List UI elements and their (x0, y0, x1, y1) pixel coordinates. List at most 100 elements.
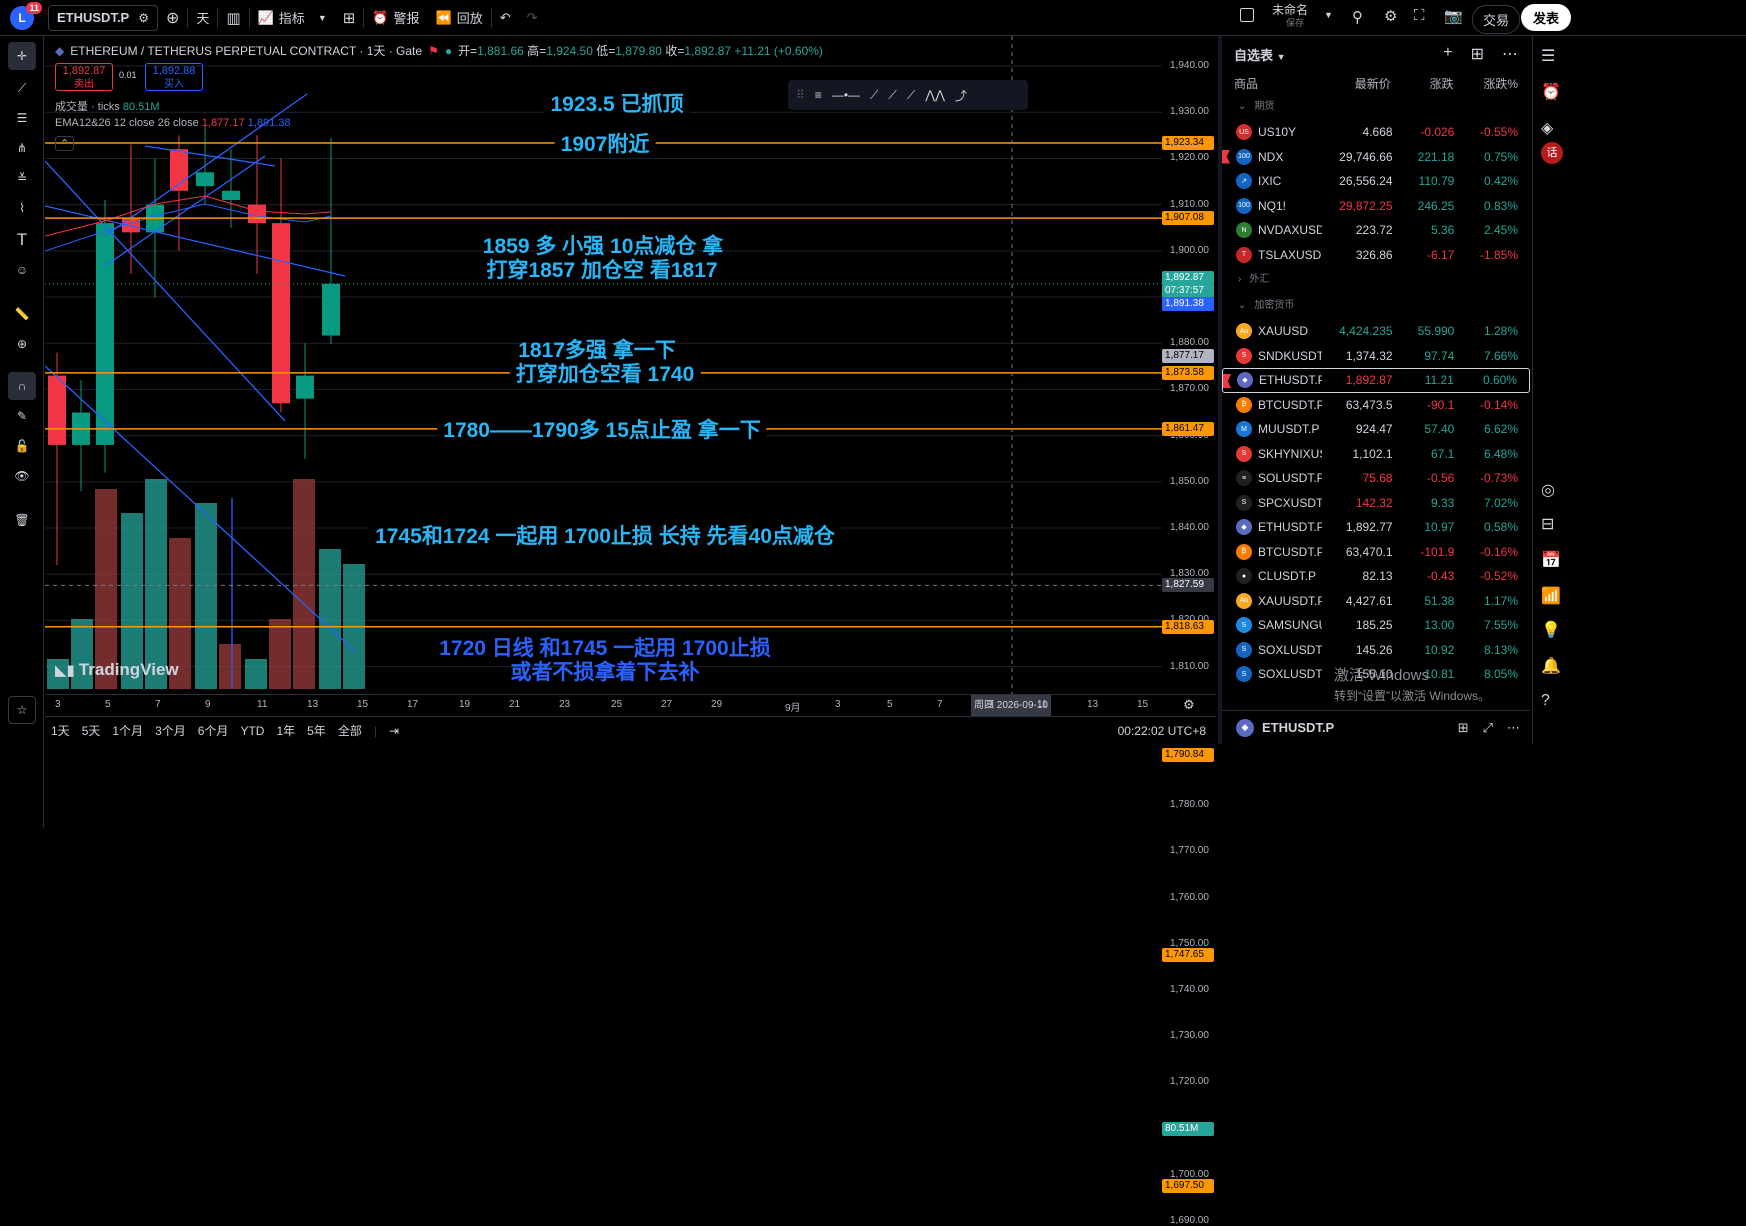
watchlist-row[interactable]: Au XAUUSDT.P 4,427.61 51.38 1.17% (1222, 589, 1530, 614)
watchlist-row[interactable]: ● CLUSDT.P 82.13 -0.43 -0.52% (1222, 564, 1530, 589)
horizontal-ray-icon[interactable]: ≡ (815, 88, 822, 102)
watchlist-row[interactable]: ↗ IXIC 26,556.24 110.79 0.42% (1222, 169, 1530, 194)
volume-indicator-legend[interactable]: 成交量 · ticks 80.51M (55, 98, 160, 114)
grid-icon[interactable]: ⊞ (1458, 720, 1469, 736)
watchlist-title[interactable]: 自选表 ▼ (1234, 45, 1286, 64)
fullscreen-icon[interactable]: ⛶ (1414, 7, 1425, 24)
price-axis[interactable]: 1,940.00 1,930.00 1,920.00 1,910.00 1,900.00… (1162, 36, 1216, 1226)
undo-button[interactable]: ↶ (492, 0, 519, 36)
interval-button[interactable]: 天 (188, 0, 217, 36)
watchlist-row[interactable]: S SNDKUSDT.P 1,374.32 97.74 7.66% (1222, 344, 1530, 369)
range-ytd[interactable]: YTD (234, 724, 270, 738)
extended-line-icon[interactable]: ⟋ (907, 88, 915, 103)
watchlist-row[interactable]: ◆ ETHUSDT.P 1,892.87 11.21 0.60% (1222, 368, 1530, 393)
ideas-icon[interactable]: 💡 (1541, 620, 1561, 640)
templates-button[interactable]: ⊞ (335, 0, 364, 36)
head-shoulders-icon[interactable]: ⋀⋀ (925, 88, 945, 102)
tradingview-logo[interactable]: ◣▮ TradingView (55, 660, 179, 680)
time-axis[interactable]: 周四 2026-09-10 ⚙ 3 5 7 9 11 13 15 17 19 21 23 25 27 29… (45, 694, 1216, 716)
watchlist-row[interactable]: ≡ SOLUSDT.P 75.68 -0.56 -0.73% (1222, 466, 1530, 491)
ruler-icon[interactable]: 📏 (8, 300, 36, 328)
text-tool-icon[interactable]: T (8, 226, 36, 254)
quick-search-icon[interactable]: ⚲ (1352, 8, 1363, 26)
watchlist-row[interactable]: M MUUSDT.P 924.47 57.40 6.62% (1222, 417, 1530, 442)
section-crypto[interactable]: ⌄ 加密货币 (1222, 293, 1530, 319)
col-symbol[interactable]: 商品 (1234, 75, 1319, 92)
pencil-lock-icon[interactable]: ✎ (8, 402, 36, 430)
layout-name-button[interactable]: 未命名 保存 (1272, 4, 1308, 30)
annotation-1923[interactable]: 1923.5 已抓顶 (544, 88, 690, 118)
col-change-pct[interactable]: 涨跌% (1453, 75, 1518, 92)
hline-icon[interactable]: —•— (832, 88, 860, 102)
help-icon[interactable]: ? (1541, 692, 1561, 712)
watchlist-icon[interactable]: ☰ (1541, 46, 1561, 66)
layout-square-icon[interactable] (1240, 8, 1254, 22)
compare-add-button[interactable]: ⊕ (158, 0, 187, 36)
zoom-in-icon[interactable]: ⊕ (8, 330, 36, 358)
watchlist-row[interactable]: S SKHYNIXUSDT 1,102.1 67.1 6.48% (1222, 442, 1530, 467)
annotation-fill[interactable]: 或者不损拿着下去补 (511, 656, 700, 686)
flag-icon[interactable]: ⚑ (428, 44, 439, 58)
publish-button[interactable]: 发表 (1521, 4, 1572, 31)
sell-button[interactable]: 1,892.87 卖出 (55, 63, 113, 91)
horizontal-lines-icon[interactable]: ☰ (8, 104, 36, 132)
chat-icon[interactable]: 话 (1541, 142, 1563, 164)
calendar-icon[interactable]: 📅 (1541, 550, 1561, 570)
watchlist-row[interactable]: S SPCXUSDT.P 142.32 9.33 7.02% (1222, 491, 1530, 516)
fib-retracement-icon[interactable]: ≚ (8, 164, 36, 192)
flag-icon[interactable] (1223, 374, 1231, 388)
annotation-1907[interactable]: 1907附近 (554, 128, 656, 158)
ray-icon[interactable]: ⟋ (888, 88, 896, 103)
flag-icon[interactable] (1222, 149, 1230, 164)
magnet-icon[interactable]: ∩ (8, 372, 36, 400)
gear-icon[interactable]: ⚙ (1384, 7, 1397, 25)
range-5y[interactable]: 5年 (301, 722, 332, 739)
clock-timezone[interactable]: 00:22:02 UTC+8 (1112, 724, 1216, 738)
pitchfork-icon[interactable]: ⋔ (8, 134, 36, 162)
symbol-details-footer[interactable]: ◆ ETHUSDT.P ⊞ ⤢ ⋯ (1222, 710, 1530, 744)
symbol-search-button[interactable]: ETHUSDT.P ⚙ (48, 4, 158, 31)
range-1d[interactable]: 1天 (45, 722, 76, 739)
range-5d[interactable]: 5天 (76, 722, 107, 739)
redo-button[interactable]: ↷ (519, 0, 546, 36)
alarm-clock-icon[interactable]: ⏰ (1541, 82, 1561, 102)
watchlist-row[interactable]: Au XAUUSD 4,424.235 55.990 1.28% (1222, 319, 1530, 344)
lock-icon[interactable]: 🔓 (8, 432, 36, 460)
favorites-star-icon[interactable]: ☆ (8, 696, 36, 724)
annotation-1780[interactable]: 1780——1790多 15点止盈 拿一下 (437, 414, 767, 444)
watchlist-row[interactable]: 100 NDX 29,746.66 221.18 0.75% (1222, 145, 1530, 170)
watchlist-row[interactable]: T TSLAXUSDT 326.86 -6.17 -1.85% (1222, 243, 1530, 268)
pattern-icon[interactable]: ⌇ (8, 194, 36, 222)
chevron-down-icon[interactable]: ▼ (1324, 10, 1333, 20)
table-view-icon[interactable]: ⊞ (1471, 44, 1484, 64)
more-icon[interactable]: ⋯ (1502, 44, 1518, 64)
trendline-icon[interactable]: ⟋ (8, 74, 36, 102)
watchlist-row[interactable]: S SAMSUNGUSDT 185.25 13.00 7.55% (1222, 613, 1530, 638)
camera-icon[interactable]: 📷 (1444, 7, 1463, 25)
symbol-settings-icon[interactable]: ⚙ (138, 11, 149, 25)
section-forex[interactable]: › 外汇 (1222, 267, 1530, 293)
annotation-1857[interactable]: 打穿1857 加仓空 看1817 (480, 254, 724, 284)
data-window-icon[interactable]: ◈ (1541, 118, 1561, 138)
watchlist-row[interactable]: ◆ ETHUSDT.P 1,892.77 10.97 0.58% (1222, 515, 1530, 540)
drag-handle-icon[interactable]: ⠿ (796, 88, 805, 102)
user-avatar[interactable]: L 11 (10, 1, 42, 30)
add-symbol-icon[interactable]: + (1443, 44, 1452, 64)
watchlist-row[interactable]: ₿ BTCUSDT.P 63,470.1 -101.9 -0.16% (1222, 540, 1530, 565)
watchlist-row[interactable]: ₿ BTCUSDT.P 63,473.5 -90.1 -0.14% (1222, 393, 1530, 418)
hotlist-icon[interactable]: ⊟ (1541, 514, 1561, 534)
annotation-1745[interactable]: 1745和1724 一起用 1700止损 长持 先看40点减仓 (369, 520, 841, 550)
notifications-icon[interactable]: 🔔 (1541, 656, 1561, 676)
collapse-legend-button[interactable]: ⌃ (55, 136, 75, 151)
section-futures[interactable]: ⌄ 期货 (1222, 94, 1530, 120)
watchlist-row[interactable]: S SOXLUSDT.P 145.26 10.92 8.13% (1222, 638, 1530, 663)
col-last[interactable]: 最新价 (1319, 75, 1391, 92)
indicators-button[interactable]: 📈 指标 ▼ (250, 0, 335, 36)
time-axis-settings-icon[interactable]: ⚙ (1183, 697, 1195, 713)
replay-button[interactable]: ⏪ 回放 (428, 0, 491, 36)
expand-icon[interactable]: ⤢ (1483, 720, 1493, 736)
trash-icon[interactable]: 🗑 (8, 506, 36, 534)
col-change[interactable]: 涨跌 (1391, 75, 1453, 92)
alert-button[interactable]: ⏰ 警报 (364, 0, 427, 36)
target-icon[interactable]: ◎ (1541, 480, 1561, 500)
